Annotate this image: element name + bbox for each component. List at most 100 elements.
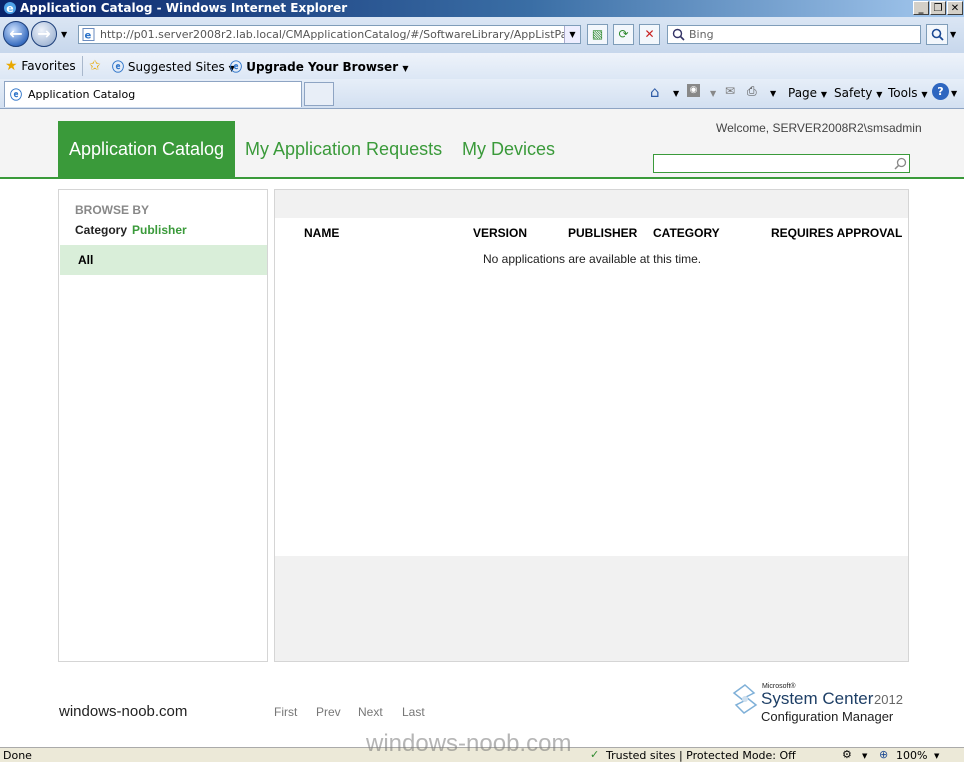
magnifier-icon [931,28,944,41]
restore-button[interactable]: ❐ [930,1,946,15]
add-favorite-star-icon: ✩ [89,58,101,74]
column-header-category[interactable]: CATEGORY [653,226,720,240]
address-toolbar: ← → ▼ e http://p01.server2008r2.lab.loca… [0,17,964,54]
search-icon [672,28,685,41]
column-header-version[interactable]: VERSION [473,226,527,240]
browse-panel: BROWSE BY Category Publisher All [58,189,268,662]
watermark-text: windows-noob.com [366,730,572,757]
window-title: Application Catalog - Windows Internet E… [20,1,348,15]
favorites-button[interactable]: ★ Favorites [5,58,76,74]
svg-text:e: e [85,31,92,42]
recent-pages-dropdown-icon[interactable]: ▼ [61,30,67,39]
stop-button[interactable]: ✕ [639,24,660,45]
column-header-name[interactable]: NAME [304,226,339,240]
help-icon[interactable]: ? [932,83,949,100]
tools-menu-label: Tools [888,86,918,100]
pager-prev[interactable]: Prev [316,705,341,719]
favorites-star-icon: ★ [5,58,18,74]
upgrade-browser-label: Upgrade Your Browser [246,60,399,74]
browse-publisher-link[interactable]: Publisher [132,223,187,237]
catalog-search-input[interactable] [653,154,910,173]
nav-my-devices[interactable]: My Devices [462,121,555,177]
chevron-down-icon: ▼ [402,64,409,73]
browse-by-heading: BROWSE BY [75,203,150,217]
minimize-button[interactable]: _ [913,1,929,15]
favorites-label: Favorites [21,59,76,73]
results-toolbar-band [275,190,908,218]
safety-menu-label: Safety [834,86,873,100]
page-icon: e [82,28,95,41]
catalog-search-icon[interactable] [894,157,907,170]
new-tab-button[interactable] [304,82,334,106]
column-header-requires-approval[interactable]: REQUIRES APPROVAL [771,226,902,240]
suggested-sites-label: Suggested Sites [127,60,225,74]
compatibility-icon: ▧ [591,27,604,41]
empty-message: No applications are available at this ti… [483,252,702,266]
address-dropdown-icon[interactable]: ▼ [564,26,580,43]
welcome-text: Welcome, SERVER2008R2\smsadmin [716,121,922,135]
refresh-icon: ⟳ [618,27,629,41]
tab-ie-icon: ⓔ [10,88,23,102]
protected-mode-icon[interactable]: ⚙ [842,748,852,762]
footer-site-name: windows-noob.com [59,703,188,720]
suggested-sites-link[interactable]: ⓔ Suggested Sites ▼ [112,58,235,75]
back-button[interactable]: ← [3,21,29,47]
tools-menu[interactable]: Tools ▼ [888,86,928,100]
help-dropdown-icon[interactable]: ▼ [951,89,957,98]
favorites-bar: ★ Favorites ✩ ⓔ Suggested Sites ▼ ⓔ Upgr… [0,53,964,80]
forward-button[interactable]: → [31,21,57,47]
chevron-down-icon: ▼ [820,90,828,99]
applications-panel: NAME VERSION PUBLISHER CATEGORY REQUIRES… [274,189,909,662]
home-dropdown-icon[interactable]: ▼ [673,89,679,98]
safety-menu[interactable]: Safety ▼ [834,86,882,100]
logo-system-center: System Center [761,689,874,708]
browse-category-link[interactable]: Category [75,223,127,237]
window-title-bar[interactable]: e Application Catalog - Windows Internet… [0,0,964,17]
print-icon[interactable]: ⎙ [747,84,757,99]
page-menu-label: Page [788,86,818,100]
pager-last[interactable]: Last [402,705,425,719]
chevron-down-icon: ▼ [921,90,928,99]
upgrade-ie-icon: ⓔ [230,60,243,74]
read-mail-icon[interactable]: ✉ [725,84,735,98]
pager-next[interactable]: Next [358,705,383,719]
details-band [275,556,908,661]
filter-item-all-label: All [78,253,94,267]
favorites-divider [82,56,83,76]
search-options-dropdown-icon[interactable]: ▼ [950,30,956,39]
nav-my-application-requests[interactable]: My Application Requests [245,121,442,177]
zoom-icon[interactable]: ⊕ [879,748,888,762]
trusted-check-icon: ✓ [590,748,600,761]
logo-product: Configuration Manager [761,709,894,724]
feeds-dropdown-icon[interactable]: ▼ [710,89,716,98]
tab-application-catalog[interactable]: ⓔ Application Catalog [4,81,302,107]
filter-item-all[interactable]: All [60,245,267,275]
column-header-publisher[interactable]: PUBLISHER [568,226,637,240]
close-window-button[interactable]: ✕ [947,1,963,15]
pager-first[interactable]: First [274,705,297,719]
svg-text:e: e [6,2,13,15]
page-content: Application Catalog My Application Reque… [0,109,964,747]
suggested-sites-ie-icon: ⓔ [112,60,125,74]
compatibility-view-button[interactable]: ▧ [587,24,608,45]
system-center-logo: Microsoft® System Center 2012 Configurat… [732,681,912,727]
search-input[interactable]: Bing [667,25,921,44]
feeds-icon[interactable]: ◉ [687,84,700,97]
tab-label: Application Catalog [28,88,136,101]
ie-logo-icon: e [4,2,16,15]
forward-arrow-icon: → [37,24,51,43]
system-center-emblem-icon [732,684,758,714]
address-url: http://p01.server2008r2.lab.local/CMAppl… [100,28,581,41]
search-placeholder: Bing [689,28,714,41]
print-dropdown-icon[interactable]: ▼ [770,89,776,98]
stop-icon: ✕ [644,27,655,41]
tab-bar: ⓔ Application Catalog ⌂ ▼ ◉ ▼ ✉ ⎙ ▼ Page… [0,79,964,109]
refresh-button[interactable]: ⟳ [613,24,634,45]
nav-application-catalog[interactable]: Application Catalog [58,121,235,177]
home-icon[interactable]: ⌂ [650,83,660,101]
upgrade-browser-link[interactable]: ⓔ Upgrade Your Browser ▼ [230,58,408,75]
address-input[interactable]: e http://p01.server2008r2.lab.local/CMAp… [78,25,581,44]
page-menu[interactable]: Page ▼ [788,86,827,100]
add-to-favorites-button[interactable]: ✩ [89,58,101,74]
search-go-button[interactable] [926,24,948,45]
